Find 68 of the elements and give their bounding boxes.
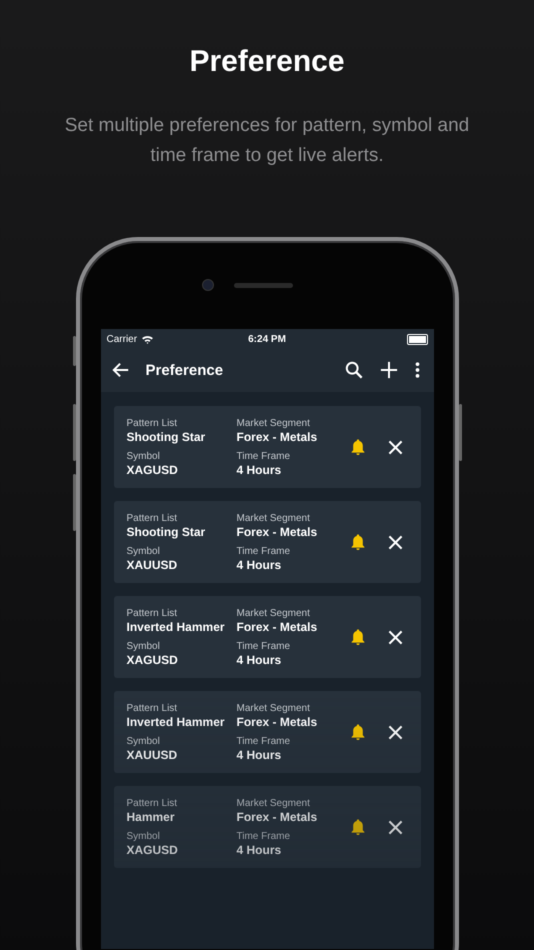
field-value: XAGUSD: [126, 842, 179, 856]
field-value: Inverted Hammer: [126, 620, 226, 634]
preference-card[interactable]: Pattern List Shooting Star Market Segment Forex - Metals Symbol XAGUSD Time Frame 4 Hours: [114, 406, 420, 488]
field-value: Forex - Metals: [236, 714, 318, 728]
field-label: Market Segment: [236, 512, 311, 524]
bell-icon[interactable]: [350, 438, 366, 456]
status-time: 6:24 PM: [248, 334, 286, 345]
app-title: Preference: [146, 362, 224, 378]
field-value: XAUUSD: [126, 748, 178, 762]
search-icon[interactable]: [344, 361, 362, 379]
field-label: Symbol: [126, 830, 161, 842]
field-label: Symbol: [126, 546, 161, 558]
field-label: Symbol: [126, 736, 161, 748]
field-value: XAGUSD: [126, 462, 179, 476]
field-label: Time Frame: [236, 736, 292, 748]
more-icon[interactable]: [414, 361, 420, 379]
preference-card[interactable]: Pattern List Inverted Hammer Market Segment Forex - Metals Symbol XAUUSD Time Frame 4 Hours: [114, 691, 420, 773]
close-icon[interactable]: [388, 820, 402, 834]
bell-icon[interactable]: [350, 533, 366, 551]
field-value: Forex - Metals: [236, 524, 318, 538]
field-value: 4 Hours: [236, 842, 282, 856]
field-label: Market Segment: [236, 608, 311, 620]
carrier-label: Carrier: [106, 334, 138, 345]
close-icon[interactable]: [388, 440, 402, 454]
field-value: 4 Hours: [236, 652, 282, 666]
field-value: XAGUSD: [126, 652, 179, 666]
subtitle: Set multiple preferences for pattern, symbol and time frame to get live alerts.: [64, 114, 470, 168]
field-label: Pattern List: [126, 418, 178, 430]
field-value: 4 Hours: [236, 558, 282, 572]
field-label: Time Frame: [236, 830, 292, 842]
field-value: Forex - Metals: [236, 810, 318, 824]
field-value: Forex - Metals: [236, 430, 318, 444]
preference-card[interactable]: Pattern List Shooting Star Market Segment Forex - Metals Symbol XAUUSD Time Frame 4 Hours: [114, 501, 420, 583]
field-label: Symbol: [126, 450, 161, 462]
field-label: Pattern List: [126, 512, 178, 524]
field-value: XAUUSD: [126, 558, 178, 572]
camera-icon: [202, 279, 214, 291]
field-value: Inverted Hammer: [126, 714, 226, 728]
back-icon[interactable]: [112, 361, 130, 379]
bell-icon[interactable]: [350, 723, 366, 741]
field-value: Shooting Star: [126, 430, 206, 444]
battery-icon: [406, 334, 428, 345]
field-value: Shooting Star: [126, 524, 206, 538]
field-label: Time Frame: [236, 640, 292, 652]
field-label: Time Frame: [236, 546, 292, 558]
field-value: 4 Hours: [236, 462, 282, 476]
preference-card[interactable]: Pattern List Hammer Market Segment Forex - Metals Symbol XAGUSD Time Frame 4 Hours: [114, 786, 420, 868]
close-icon[interactable]: [388, 534, 402, 550]
close-icon[interactable]: [388, 724, 402, 740]
field-label: Pattern List: [126, 702, 178, 714]
field-label: Pattern List: [126, 608, 178, 620]
field-label: Pattern List: [126, 798, 178, 810]
bell-icon[interactable]: [350, 628, 366, 646]
wifi-icon: [141, 335, 154, 344]
field-label: Time Frame: [236, 450, 292, 462]
field-value: Hammer: [126, 810, 176, 824]
field-label: Symbol: [126, 640, 161, 652]
bell-icon[interactable]: [350, 818, 366, 836]
field-label: Market Segment: [236, 418, 311, 430]
field-value: Forex - Metals: [236, 620, 318, 634]
field-label: Market Segment: [236, 702, 311, 714]
speaker-icon: [234, 282, 292, 288]
heading: Preference: [189, 44, 345, 80]
close-icon[interactable]: [388, 630, 402, 644]
field-label: Market Segment: [236, 798, 311, 810]
field-value: 4 Hours: [236, 748, 282, 762]
preference-card[interactable]: Pattern List Inverted Hammer Market Segment Forex - Metals Symbol XAGUSD Time Frame 4 Hours: [114, 596, 420, 678]
add-icon[interactable]: [380, 361, 398, 379]
